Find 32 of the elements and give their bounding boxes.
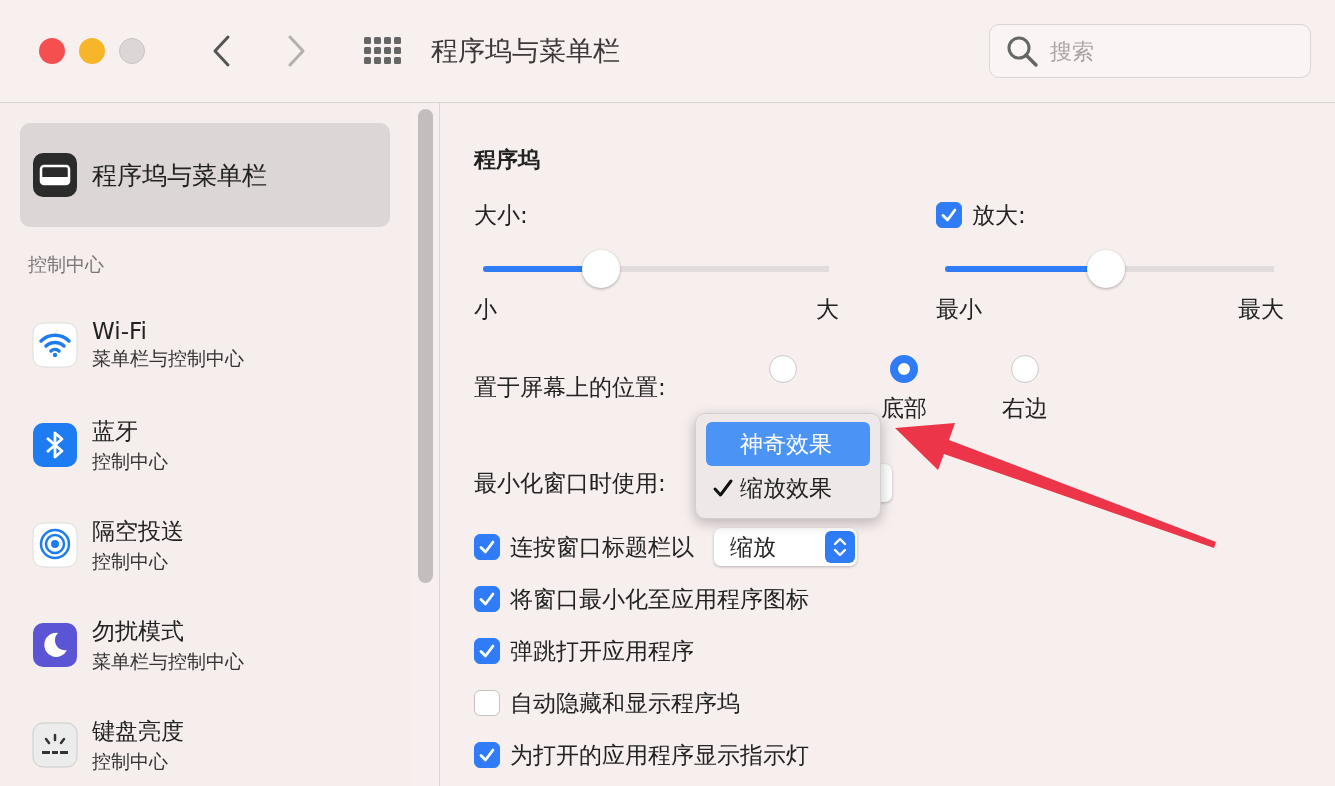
min-label: 小 [474, 294, 497, 324]
item-subtitle: 控制中心 [92, 448, 168, 474]
checkbox-label: 弹跳打开应用程序 [510, 636, 694, 666]
section-heading: 程序坞 [474, 146, 541, 174]
minimize-label: 最小化窗口时使用: [474, 468, 667, 498]
window-title: 程序坞与菜单栏 [431, 34, 620, 68]
item-title: 蓝牙 [92, 416, 139, 446]
size-label: 大小: [474, 200, 528, 230]
item-subtitle: 控制中心 [92, 548, 169, 574]
item-title: Wi-Fi [92, 318, 148, 344]
item-title: 隔空投送 [92, 516, 184, 546]
checkbox-label: 将窗口最小化至应用程序图标 [510, 584, 809, 614]
magnification-label: 放大: [972, 200, 1026, 230]
min-label: 最小 [936, 294, 982, 324]
popup-button[interactable]: 缩放 [714, 528, 857, 566]
item-subtitle: 菜单栏与控制中心 [92, 346, 244, 371]
search-field[interactable]: 搜索 [989, 24, 1311, 78]
sidebar-item[interactable]: 程序坞与菜单栏 [20, 123, 390, 227]
max-label: 最大 [1238, 294, 1284, 324]
item-subtitle: 菜单栏与控制中心 [92, 648, 244, 674]
radio-label: 右边 [1001, 394, 1048, 423]
checkbox-label: 自动隐藏和显示程序坞 [510, 688, 740, 718]
item-title: 键盘亮度 [92, 716, 184, 746]
menu-item[interactable]: 缩放效果 [706, 466, 870, 510]
item-subtitle: 控制中心 [92, 748, 169, 774]
checkbox-label: 连按窗口标题栏以 [510, 532, 694, 562]
max-label: 大 [816, 294, 839, 324]
section-header: 控制中心 [28, 252, 105, 277]
item-title: 勿扰模式 [92, 616, 185, 646]
radio-label: 底部 [880, 394, 927, 423]
checkbox-label: 为打开的应用程序显示指示灯 [510, 740, 809, 770]
position-label: 置于屏幕上的位置: [474, 372, 667, 402]
